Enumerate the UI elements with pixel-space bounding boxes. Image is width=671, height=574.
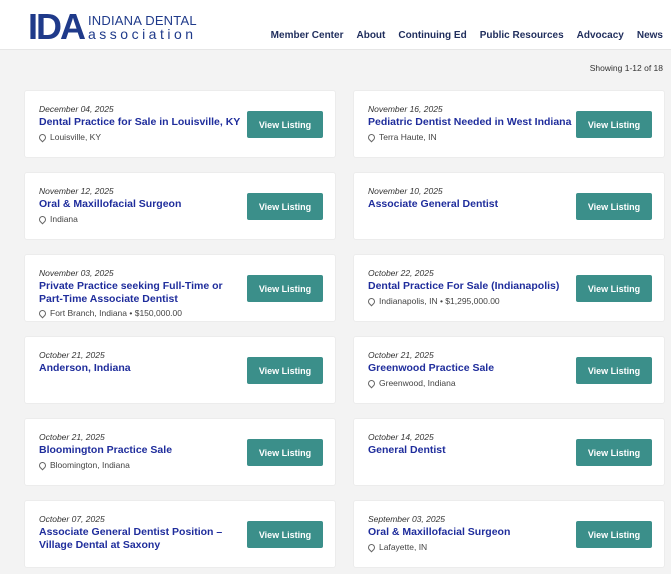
listing-location-text: Fort Branch, Indiana • $150,000.00 [50,308,182,318]
listing-date: December 04, 2025 [39,104,114,114]
view-listing-button[interactable]: View Listing [576,439,652,466]
listing-location: Indiana [37,214,78,224]
view-listing-button[interactable]: View Listing [247,521,323,548]
listing-location-text: Indianapolis, IN • $1,295,000.00 [379,296,500,306]
listing-title[interactable]: General Dentist [368,444,573,457]
results-count: Showing 1-12 of 18 [589,63,663,73]
listing-date: November 10, 2025 [368,186,443,196]
listing-card: December 04, 2025 Dental Practice for Sal… [24,90,336,158]
listing-title[interactable]: Dental Practice for Sale in Louisville, … [39,116,244,129]
listing-card: November 10, 2025 Associate General Denti… [353,172,665,240]
logo-mark: IDA [28,6,86,47]
listing-title[interactable]: Associate General Dentist Position – Vil… [39,526,244,551]
location-pin-icon [366,542,377,552]
site-header: IDA INDIANA DENTAL association Member Ce… [0,0,671,50]
listing-card: October 07, 2025 Associate General Dentis… [24,500,336,568]
listing-location-text: Terra Haute, IN [379,132,437,142]
listing-date: October 14, 2025 [368,432,434,442]
listing-date: October 21, 2025 [39,350,105,360]
view-listing-button[interactable]: View Listing [247,111,323,138]
listing-location: Greenwood, Indiana [366,378,456,388]
logo-line1: INDIANA DENTAL [88,12,197,28]
listing-title[interactable]: Oral & Maxillofacial Surgeon [368,526,573,539]
nav-continuing-ed[interactable]: Continuing Ed [398,30,466,41]
listing-date: September 03, 2025 [368,514,446,524]
listing-title[interactable]: Dental Practice For Sale (Indianapolis) [368,280,573,293]
listing-location: Bloomington, Indiana [37,460,130,470]
view-listing-button[interactable]: View Listing [576,357,652,384]
nav-member-center[interactable]: Member Center [271,30,344,41]
listing-title[interactable]: Oral & Maxillofacial Surgeon [39,198,244,211]
location-pin-icon [37,214,48,224]
nav-news[interactable]: News [637,30,663,41]
listing-location: Fort Branch, Indiana • $150,000.00 [37,308,182,318]
listing-card: November 12, 2025 Oral & Maxillofacial Su… [24,172,336,240]
listing-card: October 21, 2025 Anderson, Indiana View Li… [24,336,336,404]
location-pin-icon [366,296,377,306]
listing-date: November 03, 2025 [39,268,114,278]
listing-location: Lafayette, IN [366,542,428,552]
view-listing-button[interactable]: View Listing [576,275,652,302]
listing-location-text: Lafayette, IN [379,542,428,552]
listing-date: October 07, 2025 [39,514,105,524]
logo-line2: association [88,25,197,42]
listing-location: Louisville, KY [37,132,102,142]
listing-location: Indianapolis, IN • $1,295,000.00 [366,296,500,306]
view-listing-button[interactable]: View Listing [247,275,323,302]
main-nav: Member Center About Continuing Ed Public… [258,30,663,41]
listing-title[interactable]: Pediatric Dentist Needed in West Indiana [368,116,573,129]
listing-title[interactable]: Anderson, Indiana [39,362,244,375]
listing-date: October 22, 2025 [368,268,434,278]
nav-advocacy[interactable]: Advocacy [577,30,624,41]
view-listing-button[interactable]: View Listing [576,193,652,220]
location-pin-icon [366,378,377,388]
listing-title[interactable]: Bloomington Practice Sale [39,444,244,457]
listing-location-text: Louisville, KY [50,132,102,142]
listing-card: November 03, 2025 Private Practice seekin… [24,254,336,322]
listing-location-text: Indiana [50,214,78,224]
view-listing-button[interactable]: View Listing [247,439,323,466]
listing-card: October 22, 2025 Dental Practice For Sale… [353,254,665,322]
location-pin-icon [37,460,48,470]
view-listing-button[interactable]: View Listing [247,357,323,384]
listing-title[interactable]: Associate General Dentist [368,198,573,211]
nav-public-resources[interactable]: Public Resources [480,30,564,41]
location-pin-icon [37,308,48,318]
listing-title[interactable]: Private Practice seeking Full-Time or Pa… [39,280,244,305]
view-listing-button[interactable]: View Listing [576,111,652,138]
listing-location-text: Bloomington, Indiana [50,460,130,470]
location-pin-icon [366,132,377,142]
listing-card: September 03, 2025 Oral & Maxillofacial S… [353,500,665,568]
view-listing-button[interactable]: View Listing [247,193,323,220]
listing-location: Terra Haute, IN [366,132,437,142]
listing-card: November 16, 2025 Pediatric Dentist Neede… [353,90,665,158]
nav-about[interactable]: About [356,30,385,41]
listing-date: November 16, 2025 [368,104,443,114]
view-listing-button[interactable]: View Listing [576,521,652,548]
listing-date: October 21, 2025 [39,432,105,442]
location-pin-icon [37,132,48,142]
ida-logo[interactable]: IDA INDIANA DENTAL association [28,6,197,47]
listing-card: October 21, 2025 Greenwood Practice Sale G… [353,336,665,404]
listing-date: October 21, 2025 [368,350,434,360]
listing-card: October 21, 2025 Bloomington Practice Sal… [24,418,336,486]
listing-date: November 12, 2025 [39,186,114,196]
listing-card: October 14, 2025 General Dentist View List… [353,418,665,486]
listing-location-text: Greenwood, Indiana [379,378,456,388]
logo-text: INDIANA DENTAL association [88,14,197,41]
listing-title[interactable]: Greenwood Practice Sale [368,362,573,375]
